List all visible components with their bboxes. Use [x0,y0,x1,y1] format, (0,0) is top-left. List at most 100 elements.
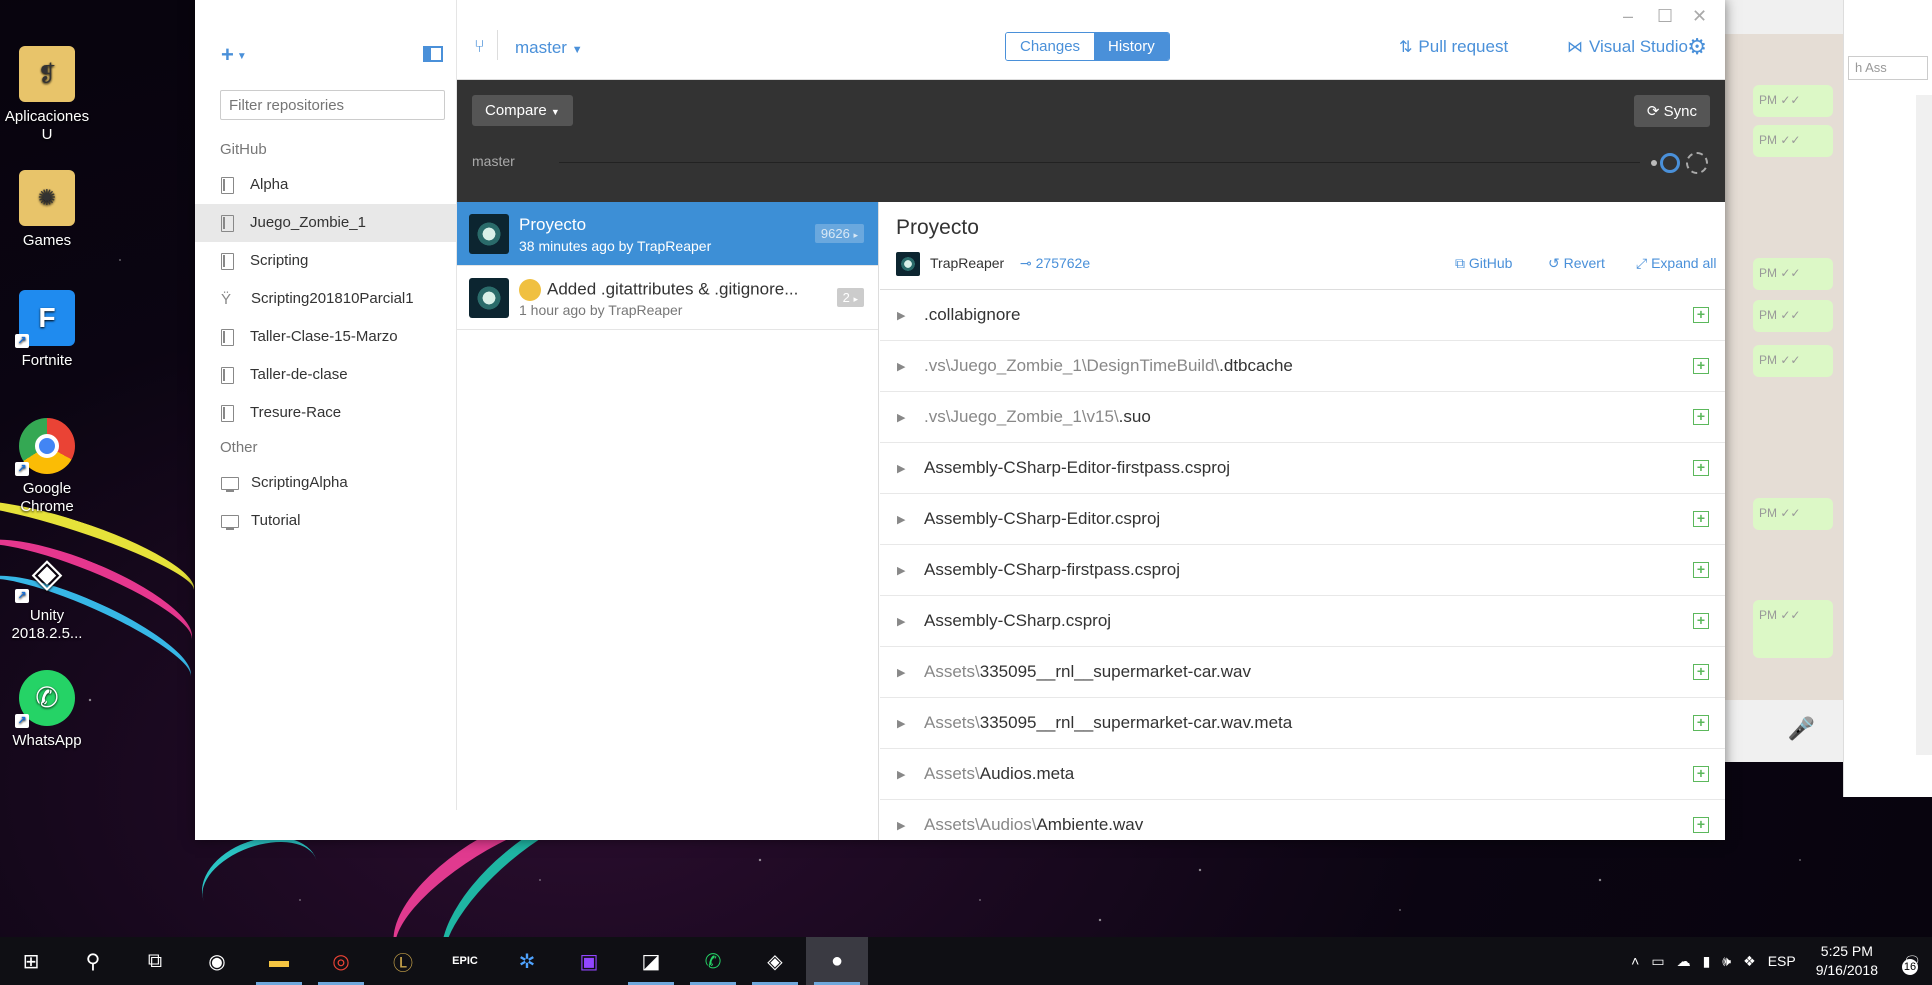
volume-icon[interactable]: 🕪 [1722,953,1731,970]
revert-button[interactable]: ↺ Revert [1548,255,1605,272]
changed-file-row[interactable]: ▶ Assembly-CSharp.csproj + [880,596,1725,647]
expand-triangle-icon[interactable]: ▶ [897,819,905,832]
chat-bubble: PM ✓✓ [1753,345,1833,377]
changed-file-row[interactable]: ▶ Assembly-CSharp-Editor-firstpass.csproj… [880,443,1725,494]
tab-history[interactable]: History [1094,33,1169,60]
clock[interactable]: 5:25 PM 9/16/2018 [1816,942,1878,980]
expand-triangle-icon[interactable]: ▶ [897,564,905,577]
repo-icon [221,214,234,232]
whatsapp-icon: ✆ ↗ [15,670,75,728]
taskbar-unity[interactable]: ◈ [744,937,806,985]
task-view-button[interactable]: ⧉ [124,937,186,985]
expand-triangle-icon[interactable]: ▶ [897,309,905,322]
branch-icon[interactable]: ⑂ [474,36,485,57]
microphone-icon[interactable]: 🎤 [1788,716,1815,742]
pull-request-icon: ⇅ [1399,39,1413,56]
toggle-sidebar-icon[interactable] [423,46,443,62]
taskbar-github-desktop[interactable]: ● [806,937,868,985]
search-button[interactable]: ⚲ [62,937,124,985]
sync-button[interactable]: ⟳ Sync [1633,95,1710,127]
timeline-handle[interactable] [1660,153,1680,173]
desktop-icon-fortnite[interactable]: F ↗ Fortnite [2,290,92,370]
changed-file-row[interactable]: ▶ Assets\Audios\Ambiente.wav + [880,800,1725,840]
avatar [469,214,509,254]
changed-file-row[interactable]: ▶ .vs\Juego_Zombie_1\v15\.suo + [880,392,1725,443]
sidebar-item-scriptingalpha[interactable]: ScriptingAlpha [195,464,456,502]
sidebar-item-taller-clase-15-marzo[interactable]: Taller-Clase-15-Marzo [195,318,456,356]
desktop-icon-unity[interactable]: ◈ ↗ Unity 2018.2.5... [2,545,92,643]
taskbar-file-explorer[interactable]: ▬ [248,937,310,985]
pull-request-button[interactable]: ⇅ Pull request [1399,37,1508,57]
sidebar-item-alpha[interactable]: Alpha [195,166,456,204]
changed-file-row[interactable]: ▶ Assembly-CSharp-Editor.csproj + [880,494,1725,545]
filter-repositories-input[interactable] [220,90,445,120]
expand-triangle-icon[interactable]: ▶ [897,717,905,730]
sidebar-item-scripting[interactable]: Scripting [195,242,456,280]
folder-icon: ✺ [19,170,75,226]
chevron-up-icon[interactable]: ˄ [1631,953,1639,969]
maximize-button[interactable]: ☐ [1657,6,1673,27]
file-name: Assembly-CSharp-Editor.csproj [924,509,1161,528]
commit-item[interactable]: Proyecto 38 minutes ago by TrapReaper 96… [457,202,878,266]
explorer-search-input[interactable]: h Ass [1848,56,1928,80]
tab-changes[interactable]: Changes [1006,33,1095,60]
taskbar-chrome[interactable]: ◎ [310,937,372,985]
notification-center-button[interactable]: 🗨 16 [1892,937,1932,985]
desktop-icon-whatsapp[interactable]: ✆ ↗ WhatsApp [2,670,92,750]
desktop-icon-aplicaciones[interactable]: ❡ Aplicaciones U [2,46,92,144]
changed-file-row[interactable]: ▶ Assets\335095__rnl__supermarket-car.wav… [880,647,1725,698]
taskbar-whatsapp[interactable]: ✆ [682,937,744,985]
desktop-icon-chrome[interactable]: ↗ Google Chrome [2,418,92,516]
view-on-github-link[interactable]: ⧉ GitHub [1455,255,1512,272]
commit-item[interactable]: Added .gitattributes & .gitignore... 1 h… [457,266,878,330]
add-repository-button[interactable]: + ▼ [221,42,247,68]
expand-all-button[interactable]: ⤢ Expand all [1636,255,1716,272]
commit-timeline[interactable] [559,162,1640,163]
battery-icon[interactable]: ▮ [1703,953,1711,970]
changed-file-row[interactable]: ▶ Assets\Audios.meta + [880,749,1725,800]
language-indicator[interactable]: ESP [1768,953,1796,969]
desktop-icon-games[interactable]: ✺ Games [2,170,92,250]
changed-file-row[interactable]: ▶ .vs\Juego_Zombie_1\DesignTimeBuild\.dtb… [880,341,1725,392]
changed-file-row[interactable]: ▶ Assets\335095__rnl__supermarket-car.wav… [880,698,1725,749]
onedrive-icon[interactable]: ☁ [1677,953,1691,970]
close-button[interactable]: ✕ [1692,6,1707,27]
gear-icon[interactable]: ⚙ [1687,34,1707,60]
taskbar-steam[interactable]: ◉ [186,937,248,985]
expand-triangle-icon[interactable]: ▶ [897,615,905,628]
changed-file-row[interactable]: ▶ Assembly-CSharp-firstpass.csproj + [880,545,1725,596]
added-file-icon: + [1693,766,1709,782]
scrollbar[interactable] [1916,95,1932,755]
expand-triangle-icon[interactable]: ▶ [897,360,905,373]
sidebar-item-scripting201810parcial1[interactable]: Ÿ Scripting201810Parcial1 [195,280,456,318]
dropbox-icon[interactable]: ❖ [1743,953,1756,970]
sidebar-item-tresure-race[interactable]: Tresure-Race [195,394,456,432]
taskbar-battlenet[interactable]: ✲ [496,937,558,985]
taskbar-league[interactable]: Ⓛ [372,937,434,985]
commit-icon: ⊸ [1020,255,1032,271]
expand-triangle-icon[interactable]: ▶ [897,513,905,526]
expand-triangle-icon[interactable]: ▶ [897,768,905,781]
changed-file-row[interactable]: ▶ .collabignore + [880,290,1725,341]
repo-icon [221,176,234,194]
taskbar-epic-games[interactable]: EPIC [434,937,496,985]
sidebar-section-github: GitHub [220,141,267,158]
visual-studio-button[interactable]: ⋈ Visual Studio [1567,37,1688,57]
expand-triangle-icon[interactable]: ▶ [897,462,905,475]
start-button[interactable]: ⊞ [0,937,62,985]
whatsapp-compose-bar: 🎤 [1725,700,1843,762]
commit-sha-link[interactable]: ⊸ 275762e [1020,255,1090,272]
sidebar-item-taller-de-clase[interactable]: Taller-de-clase [195,356,456,394]
sidebar-item-juego-zombie-1[interactable]: Juego_Zombie_1 [195,204,456,242]
compare-button[interactable]: Compare ▼ [472,95,573,126]
branch-selector[interactable]: master ▼ [515,38,583,58]
taskbar-twitch[interactable]: ▣ [558,937,620,985]
file-name: Audios.meta [979,764,1075,783]
minimize-button[interactable]: – [1623,6,1633,27]
expand-triangle-icon[interactable]: ▶ [897,666,905,679]
taskbar-sticky-notes[interactable]: ◪ [620,937,682,985]
file-name: 335095__rnl__supermarket-car.wav.meta [979,713,1293,732]
expand-triangle-icon[interactable]: ▶ [897,411,905,424]
sidebar-item-tutorial[interactable]: Tutorial [195,502,456,540]
network-icon[interactable]: ▭ [1651,953,1664,970]
